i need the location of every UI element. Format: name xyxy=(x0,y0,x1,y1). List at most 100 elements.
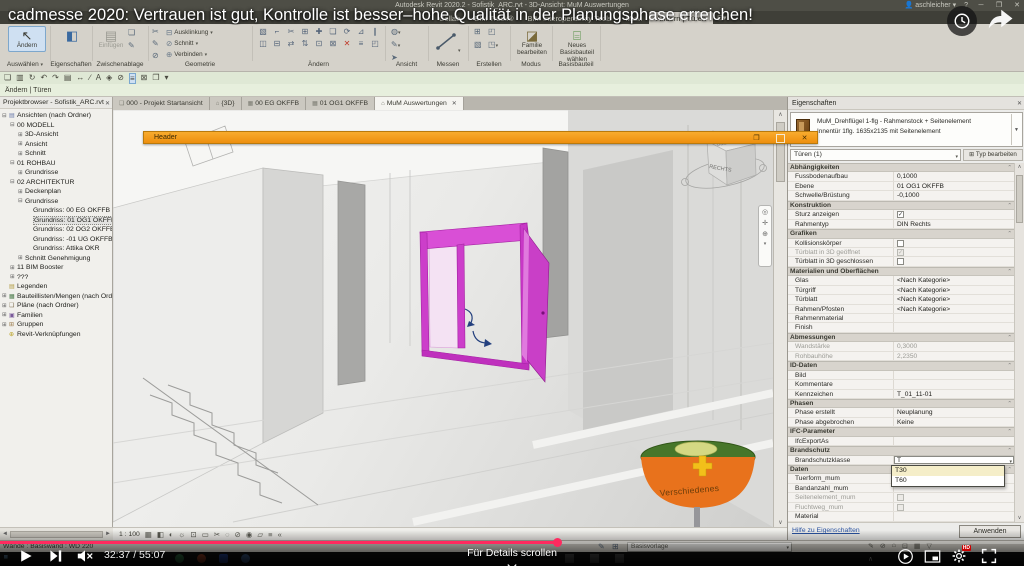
property-row[interactable]: Schwelle/Brüstung-0,1000 xyxy=(788,191,1015,200)
selection-combo[interactable]: Türen (1) xyxy=(790,149,961,161)
property-value[interactable] xyxy=(894,323,1015,331)
viewport-vscrollbar[interactable]: ∧ ∨ xyxy=(773,110,787,527)
offset-icon[interactable]: ∥ xyxy=(368,26,382,38)
expand-icon[interactable]: ⊞ xyxy=(18,255,25,261)
text-icon[interactable]: A xyxy=(96,72,101,84)
property-row[interactable]: Finish xyxy=(788,323,1015,332)
property-row[interactable]: Seitenelement_mum xyxy=(788,493,1015,502)
property-group-header[interactable]: Grafiken⌃ xyxy=(788,229,1015,238)
expand-icon[interactable]: ⊞ xyxy=(2,303,9,309)
settings-button[interactable]: HD xyxy=(951,548,967,566)
property-value[interactable] xyxy=(894,239,1015,247)
group-collapse-icon[interactable]: ⌃ xyxy=(1007,400,1012,408)
cut-geometry-icon[interactable]: ✂ xyxy=(152,27,159,37)
checkbox[interactable] xyxy=(897,211,904,218)
expand-icon[interactable]: ⊞ xyxy=(10,265,17,271)
group-collapse-icon[interactable]: ⌃ xyxy=(1007,362,1012,370)
property-value[interactable] xyxy=(894,503,1015,511)
property-row[interactable]: Türblatt in 3D geöffnet xyxy=(788,248,1015,257)
property-value[interactable] xyxy=(894,314,1015,322)
group-collapse-icon[interactable]: ⌃ xyxy=(1007,428,1012,436)
miniplayer-button[interactable] xyxy=(924,549,941,566)
tree-item[interactable]: Grundriss: 00 EG OKFFB xyxy=(0,206,112,216)
collapse-icon[interactable]: ⊟ xyxy=(2,113,9,119)
tree-item[interactable]: ⊞▣Familien xyxy=(0,311,112,321)
tree-item[interactable]: ⊞Ansicht xyxy=(0,140,112,150)
new-host-button[interactable]: ⌸ Neues Basisbauteil wählen xyxy=(556,26,598,65)
video-title[interactable]: cadmesse 2020: Vertrauen ist gut, Kontro… xyxy=(8,6,868,25)
property-group-header[interactable]: Materialien und Oberflächen⌃ xyxy=(788,267,1015,276)
pan-icon[interactable]: ✛ xyxy=(762,219,768,227)
fullscreen-button[interactable] xyxy=(981,548,997,566)
tree-item[interactable]: ⊕Revit-Verknüpfungen xyxy=(0,330,112,340)
geometry-item-2[interactable]: ⊘Schnitt xyxy=(166,38,213,49)
view-tab-3[interactable]: ▦00 EG OKFFB xyxy=(242,97,307,110)
property-row[interactable]: Rahmen/Pfosten<Nach Kategorie> xyxy=(788,305,1015,314)
open-icon[interactable]: ❏ xyxy=(4,72,11,84)
close-icon[interactable]: ✕ xyxy=(1017,98,1022,110)
expand-icon[interactable]: ⊞ xyxy=(2,312,9,318)
align-icon[interactable]: ⊿ xyxy=(354,26,368,38)
lightbulb-icon[interactable]: ◍ xyxy=(391,27,401,38)
project-browser-title[interactable]: Projektbrowser - Sofistik_ARC.rvt ✕ xyxy=(0,97,112,109)
property-value[interactable]: T_01_11-01 xyxy=(894,390,1015,398)
property-group-header[interactable]: ID-Daten⌃ xyxy=(788,361,1015,370)
expand-icon[interactable]: ⊞ xyxy=(2,322,9,328)
dimension-icon[interactable]: ↔ xyxy=(76,72,84,84)
door-flip-arrows[interactable] xyxy=(465,309,492,347)
tree-item[interactable]: ▤Legenden xyxy=(0,282,112,292)
cut-icon[interactable]: ✂ xyxy=(284,26,298,38)
property-group-header[interactable]: Abhängigkeiten⌃ xyxy=(788,163,1015,172)
group-icon[interactable]: ◰ xyxy=(368,38,382,50)
property-value[interactable] xyxy=(894,248,1015,256)
panel-label-auswaehlen[interactable]: Auswählen xyxy=(0,61,50,70)
selected-door[interactable] xyxy=(420,223,549,382)
pin-icon[interactable]: ⊡ xyxy=(312,38,326,50)
tree-item[interactable]: ⊞⊞Gruppen xyxy=(0,320,112,330)
tree-item[interactable]: ⊞Grundrisse xyxy=(0,168,112,178)
property-row[interactable]: RahmentypDIN Rechts xyxy=(788,220,1015,229)
property-value[interactable]: 01 OG1 OKFFB xyxy=(894,182,1015,190)
group-collapse-icon[interactable]: ⌃ xyxy=(1007,230,1012,238)
property-row[interactable]: Sturz anzeigen xyxy=(788,210,1015,219)
section-icon[interactable]: ⊘ xyxy=(117,72,124,84)
property-value[interactable] xyxy=(894,210,1015,218)
category-marker[interactable]: Verschiedenes xyxy=(641,441,755,527)
tree-item[interactable]: ⊞Schnitt xyxy=(0,149,112,159)
property-row[interactable]: KennzeichenT_01_11-01 xyxy=(788,390,1015,399)
user-account-button[interactable]: 👤 aschleicher ▾ xyxy=(905,1,957,9)
assembly-icon[interactable]: ▧ xyxy=(474,40,488,53)
group-collapse-icon[interactable]: ⌃ xyxy=(1007,268,1012,276)
property-row[interactable]: Phase erstelltNeuplanung xyxy=(788,408,1015,417)
sync-icon[interactable]: ↻ xyxy=(29,72,36,84)
property-value[interactable]: DIN Rechts xyxy=(894,220,1015,228)
expand-icon[interactable]: ⊞ xyxy=(2,293,9,299)
restore-icon[interactable]: ❐ xyxy=(752,134,761,143)
navbar-more-icon[interactable]: ▾ xyxy=(764,241,767,247)
zoom-icon[interactable]: ⊕ xyxy=(762,230,768,238)
redo-icon[interactable]: ↷ xyxy=(52,72,59,84)
property-value[interactable] xyxy=(894,437,1015,445)
checkbox[interactable] xyxy=(897,240,904,247)
split-icon[interactable]: ⇅ xyxy=(298,38,312,50)
copy-icon[interactable]: ❏ xyxy=(326,26,340,38)
property-row[interactable]: Phase abgebrochenKeine xyxy=(788,418,1015,427)
properties-vscrollbar[interactable]: ∧ ∨ xyxy=(1014,163,1024,522)
close-icon[interactable]: ✕ xyxy=(800,134,809,143)
property-group-header[interactable]: Konstruktion⌃ xyxy=(788,201,1015,210)
dropdown-option[interactable]: T30 xyxy=(892,466,1004,476)
property-value[interactable] xyxy=(894,493,1015,501)
expand-icon[interactable]: ⊞ xyxy=(18,170,25,176)
close-hidden-windows-icon[interactable]: ⊠ xyxy=(141,72,148,84)
close-icon[interactable]: ✕ xyxy=(105,98,110,109)
maximize-icon[interactable] xyxy=(776,134,785,143)
view-tab-1[interactable]: ❏000 - Projekt Startansicht xyxy=(113,97,210,110)
properties-button[interactable]: ◧ xyxy=(56,26,88,45)
paint-icon[interactable]: ✎ xyxy=(152,39,159,49)
match-type-icon[interactable]: ✎ xyxy=(128,41,135,51)
rotate-icon[interactable]: ⟳ xyxy=(340,26,354,38)
close-icon[interactable]: ✕ xyxy=(452,100,457,107)
3d-viewport[interactable]: OBEN RECHTS Verschiedenes xyxy=(113,110,773,527)
tree-item[interactable]: ⊞Deckenplan xyxy=(0,187,112,197)
property-row[interactable]: Glas<Nach Kategorie> xyxy=(788,276,1015,285)
